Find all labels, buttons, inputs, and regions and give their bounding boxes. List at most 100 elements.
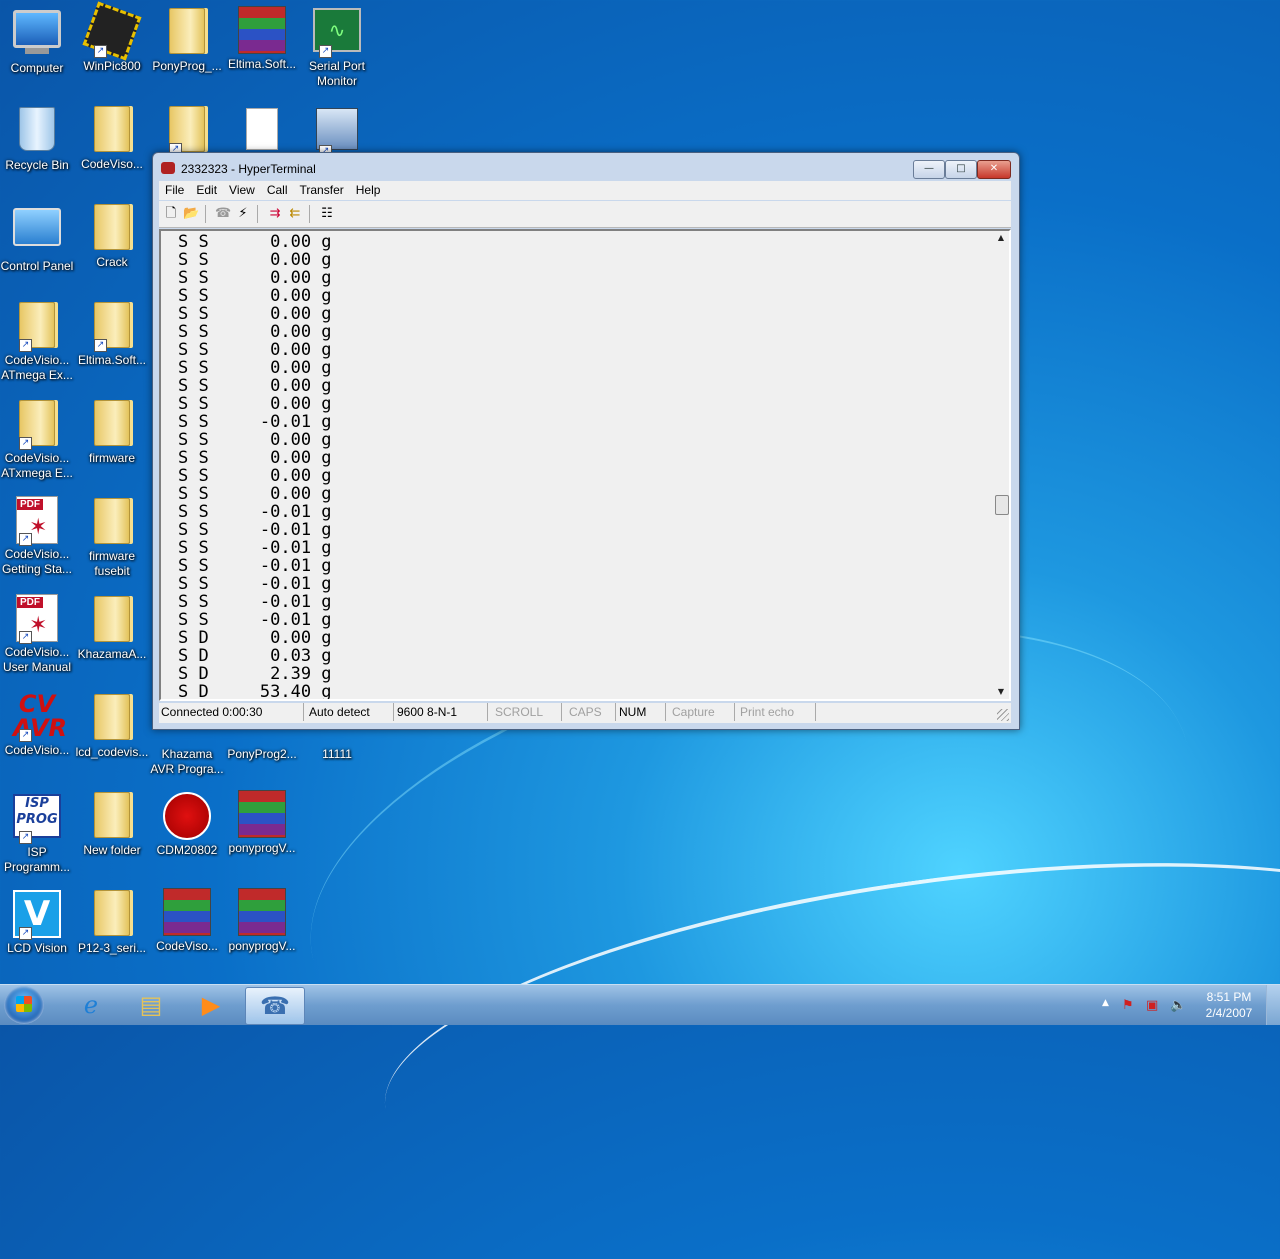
- desktop-icon[interactable]: lcd_codevis...: [74, 692, 150, 760]
- desktop-icon[interactable]: firmware fusebit: [74, 496, 150, 579]
- terminal-output: S S 0.00 gS S 0.00 gS S 0.00 gS S 0.00 g…: [178, 233, 332, 699]
- close-button[interactable]: ✕: [977, 160, 1011, 179]
- network-icon[interactable]: ▣: [1146, 998, 1158, 1013]
- open-icon[interactable]: 📂: [183, 206, 199, 222]
- resize-grip[interactable]: [997, 709, 1009, 721]
- folder-icon: [88, 204, 136, 252]
- desktop-icon[interactable]: ponyprogV...: [224, 790, 300, 856]
- desktop-icon[interactable]: PDF ✶ ↗ CodeVisio... User Manual: [0, 594, 75, 675]
- desktop-icon[interactable]: ∿ ↗ Serial Port Monitor: [299, 6, 375, 89]
- terminal-line: S S 0.00 g: [178, 322, 332, 342]
- desktop-icon[interactable]: P12-3_seri...: [74, 888, 150, 956]
- terminal-line: S S -0.01 g: [178, 502, 332, 522]
- desktop-icon-label: Serial Port Monitor: [308, 59, 366, 88]
- desktop-icon[interactable]: Control Panel: [0, 202, 75, 274]
- folder-icon: [88, 498, 136, 546]
- media-player-icon[interactable]: ▶: [182, 987, 240, 1023]
- hyperterminal-window[interactable]: 2332323 - HyperTerminal — □ ✕ File Edit Vi…: [152, 152, 1020, 730]
- toolbar-separator: [205, 205, 206, 223]
- desktop-icon[interactable]: New folder: [74, 790, 150, 858]
- window-title: 2332323 - HyperTerminal: [181, 162, 316, 176]
- desktop-icon[interactable]: PDF ✶ ↗ CodeVisio... Getting Sta...: [0, 496, 75, 577]
- desktop-icon[interactable]: V ↗ LCD Vision: [0, 888, 75, 956]
- clock[interactable]: 8:51 PM 2/4/2007: [1196, 989, 1262, 1021]
- desktop-icon[interactable]: ↗: [149, 104, 225, 157]
- terminal-area[interactable]: S S 0.00 gS S 0.00 gS S 0.00 gS S 0.00 g…: [159, 229, 1011, 701]
- vertical-scrollbar[interactable]: ▲ ▼: [993, 231, 1009, 699]
- terminal-line: S S 0.00 g: [178, 304, 332, 324]
- terminal-line: S S -0.01 g: [178, 412, 332, 432]
- status-bar: Connected 0:00:30 Auto detect 9600 8-N-1…: [159, 703, 1011, 723]
- desktop-icon-label: P12-3_seri...: [77, 941, 147, 955]
- receive-icon[interactable]: ⇇: [287, 206, 303, 222]
- desktop-icon[interactable]: Computer: [0, 6, 75, 76]
- internet-explorer-icon[interactable]: ℯ: [62, 987, 120, 1023]
- desktop-icon[interactable]: CDM20802: [149, 790, 225, 858]
- desktop-icon-label: CodeVisio...: [4, 743, 70, 757]
- terminal-line: S D 2.39 g: [178, 664, 332, 684]
- desktop-icon-label: KhazamaA...: [77, 647, 147, 661]
- desktop-icon[interactable]: ISP PROG ↗ ISP Programm...: [0, 790, 75, 875]
- desktop-icon-label: Eltima.Soft...: [227, 57, 297, 71]
- menu-edit[interactable]: Edit: [190, 181, 223, 197]
- minimize-button[interactable]: —: [913, 160, 945, 179]
- scroll-down-icon[interactable]: ▼: [993, 685, 1009, 699]
- send-icon[interactable]: ⇉: [267, 206, 283, 222]
- shortcut-arrow-icon: ↗: [94, 45, 107, 58]
- desktop-icon[interactable]: PonyProg_...: [149, 6, 225, 74]
- desktop-icon[interactable]: KhazamaA...: [74, 594, 150, 662]
- status-print-echo: Print echo: [738, 703, 816, 721]
- menu-file[interactable]: File: [159, 181, 190, 197]
- scroll-up-icon[interactable]: ▲: [993, 231, 1009, 245]
- maximize-button[interactable]: □: [945, 160, 977, 179]
- disconnect-icon[interactable]: ☎: [215, 206, 231, 222]
- desktop-icon[interactable]: Crack: [74, 202, 150, 270]
- show-desktop-button[interactable]: [1266, 985, 1280, 1025]
- taskbar-hyperterminal-button[interactable]: ☎: [245, 987, 305, 1025]
- action-center-icon[interactable]: ⚑: [1122, 998, 1134, 1013]
- desktop-icon[interactable]: ponyprogV...: [224, 888, 300, 954]
- desktop-icon-label: Crack: [96, 255, 128, 269]
- explorer-folder-icon[interactable]: ▤: [122, 987, 180, 1023]
- show-hidden-icons-icon[interactable]: ▲: [1102, 998, 1109, 1008]
- control-icon: [13, 208, 61, 256]
- terminal-line: S S -0.01 g: [178, 610, 332, 630]
- desktop-icon[interactable]: Recycle Bin: [0, 104, 75, 173]
- folder-icon: [88, 596, 136, 644]
- menu-view[interactable]: View: [223, 181, 261, 197]
- status-settings: 9600 8-N-1: [395, 703, 488, 721]
- desktop-icon[interactable]: [224, 104, 300, 159]
- window-titlebar[interactable]: 2332323 - HyperTerminal — □ ✕: [153, 153, 1019, 183]
- menu-transfer[interactable]: Transfer: [294, 181, 350, 197]
- desktop-icon-label: PonyProg2...: [227, 747, 297, 761]
- terminal-line: S S -0.01 g: [178, 538, 332, 558]
- start-button[interactable]: [4, 986, 44, 1024]
- scroll-thumb[interactable]: [995, 495, 1009, 515]
- desktop-icon[interactable]: CodeViso...: [149, 888, 225, 954]
- desktop-icon[interactable]: ↗ CodeVisio... ATxmega E...: [0, 398, 75, 481]
- folder-icon: ↗: [13, 302, 61, 352]
- desktop-icon[interactable]: firmware: [74, 398, 150, 466]
- desktop-icon[interactable]: CodeViso...: [74, 104, 150, 172]
- menu-help[interactable]: Help: [350, 181, 387, 197]
- desktop-icon-label: Computer: [10, 61, 64, 75]
- isp-icon: ISP PROG ↗: [13, 794, 61, 844]
- volume-icon[interactable]: 🔈: [1170, 998, 1186, 1013]
- shortcut-arrow-icon: ↗: [19, 339, 32, 352]
- menu-call[interactable]: Call: [261, 181, 294, 197]
- desktop-icon[interactable]: ↗ CodeVisio... ATmega Ex...: [0, 300, 75, 383]
- terminal-line: S S 0.00 g: [178, 268, 332, 288]
- desktop-icon-label: LCD Vision: [7, 941, 67, 955]
- status-connection: Connected 0:00:30: [159, 703, 304, 721]
- toolbar: 🗋 📂 ☎ ⚡ ⇉ ⇇ ☷: [159, 201, 1011, 228]
- new-icon[interactable]: 🗋: [163, 206, 179, 222]
- connect-icon[interactable]: ⚡: [235, 206, 251, 222]
- pdf-icon: PDF ✶ ↗: [13, 496, 61, 546]
- desktop-icon[interactable]: CV AVR ↗ CodeVisio...: [0, 692, 75, 758]
- desktop-icon[interactable]: ↗: [299, 104, 375, 159]
- terminal-line: S S -0.01 g: [178, 592, 332, 612]
- desktop-icon[interactable]: Eltima.Soft...: [224, 6, 300, 72]
- desktop-icon[interactable]: ↗ Eltima.Soft...: [74, 300, 150, 368]
- properties-icon[interactable]: ☷: [319, 206, 335, 222]
- desktop-icon[interactable]: ↗ WinPic800: [74, 1, 150, 74]
